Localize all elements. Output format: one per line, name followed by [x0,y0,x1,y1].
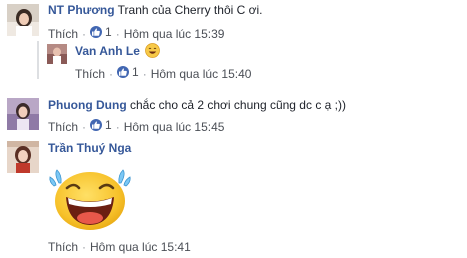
like-thumb-icon [90,26,103,38]
avatar[interactable] [7,98,39,130]
timestamp[interactable]: Hôm qua lúc 15:40 [151,67,252,81]
avatar[interactable] [47,44,67,64]
commenter-name[interactable]: NT Phương [48,3,115,17]
avatar[interactable] [7,4,39,36]
laughing-tears-sticker [48,164,132,232]
comment-text: Tranh của Cherry thôi C ơi. [117,3,263,17]
like-button[interactable]: Thích [48,120,78,134]
timestamp[interactable]: Hôm qua lúc 15:45 [124,120,225,134]
like-thumb-icon [117,66,130,78]
like-thumb-icon [90,119,103,131]
commenter-name[interactable]: Trần Thuý Nga [48,141,131,155]
timestamp[interactable]: Hôm qua lúc 15:41 [90,240,191,254]
avatar[interactable] [7,141,39,173]
like-count[interactable]: 1 [90,118,112,132]
smile-emoji-icon [145,43,161,58]
timestamp[interactable]: Hôm qua lúc 15:39 [124,27,225,41]
like-button[interactable]: Thích [75,67,105,81]
commenter-name[interactable]: Van Anh Le [75,44,140,58]
commenter-name[interactable]: Phuong Dung [48,98,127,112]
like-count[interactable]: 1 [90,25,112,39]
like-button[interactable]: Thích [48,240,78,254]
comment-text: chắc cho cả 2 chơi chung cũng dc c ạ ;)) [130,98,346,112]
like-button[interactable]: Thích [48,27,78,41]
like-count[interactable]: 1 [117,65,139,79]
reply-thread-line [37,41,39,79]
